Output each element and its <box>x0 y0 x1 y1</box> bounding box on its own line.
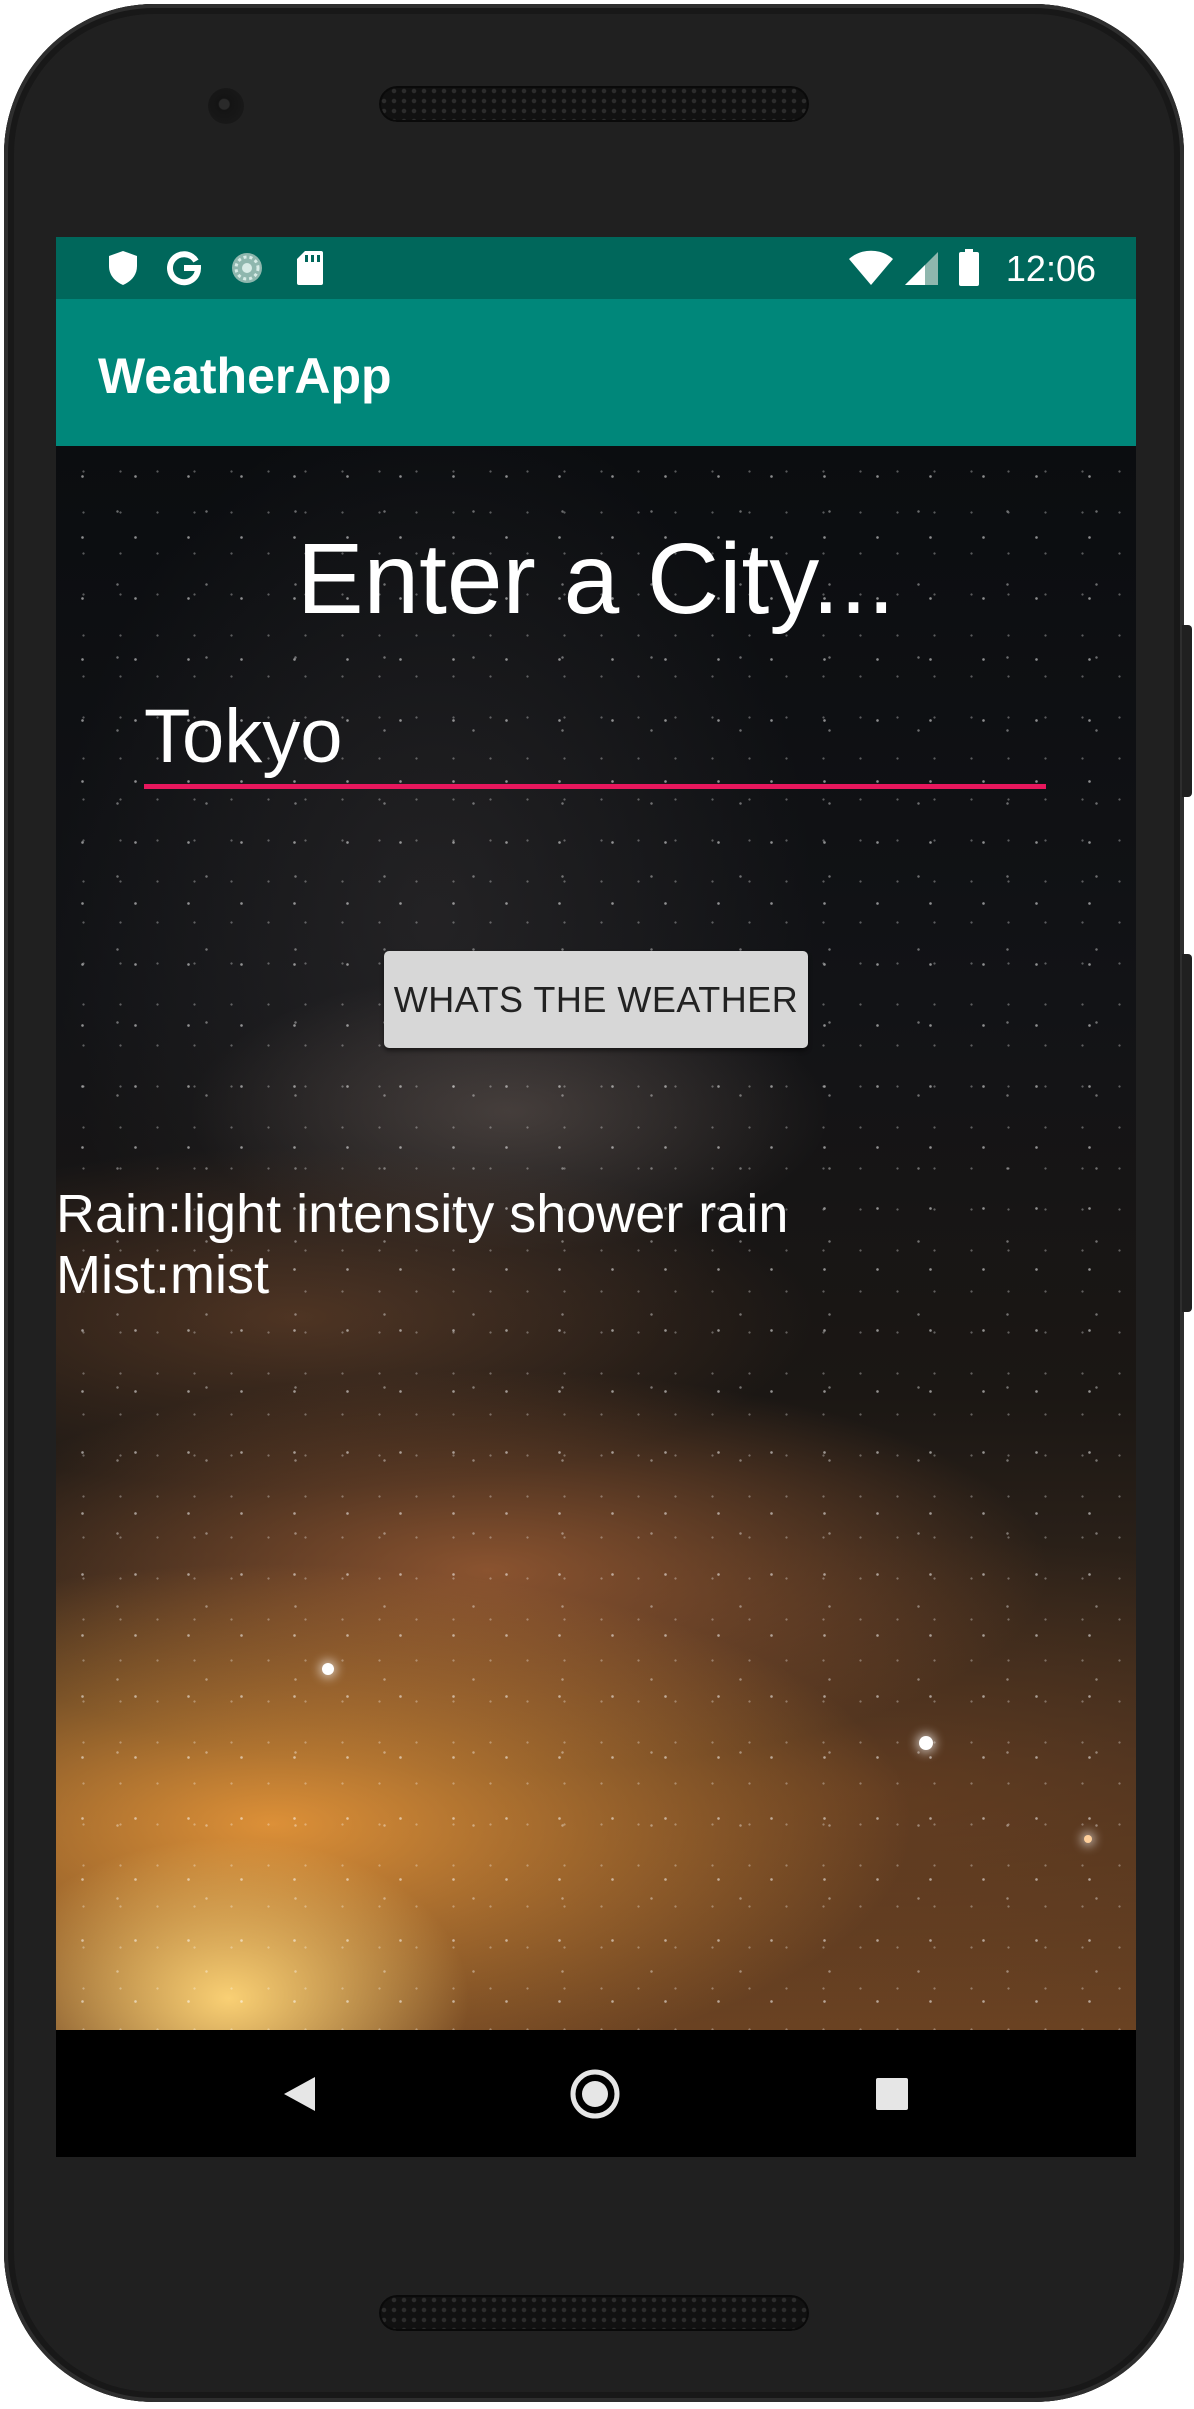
whats-the-weather-button[interactable]: WHATS THE WEATHER <box>384 951 808 1048</box>
power-button <box>1182 625 1192 797</box>
back-icon[interactable] <box>269 2064 329 2124</box>
city-input[interactable] <box>144 696 1046 789</box>
google-icon <box>164 249 204 287</box>
sd-card-icon <box>293 249 327 287</box>
sync-icon <box>228 249 266 287</box>
bottom-speaker <box>379 2295 809 2331</box>
home-icon[interactable] <box>565 2064 625 2124</box>
signal-icon <box>902 249 940 287</box>
app-bar: WeatherApp <box>56 299 1136 446</box>
weather-result: Rain:light intensity shower rain Mist:mi… <box>56 1184 1136 1306</box>
volume-button <box>1182 954 1192 1312</box>
status-bar: 12:06 <box>56 237 1136 299</box>
screen: 12:06 WeatherApp Enter a City... WHATS T… <box>56 237 1136 2157</box>
navigation-bar <box>56 2030 1136 2157</box>
status-time: 12:06 <box>1005 248 1096 289</box>
app-title: WeatherApp <box>98 348 392 404</box>
star <box>1084 1835 1092 1843</box>
star <box>322 1663 334 1675</box>
page-heading: Enter a City... <box>296 523 896 635</box>
weather-result-line: Rain:light intensity shower rain <box>56 1184 789 1244</box>
wifi-icon <box>846 249 896 287</box>
main-content: Enter a City... WHATS THE WEATHER Rain:l… <box>56 446 1136 2030</box>
front-camera <box>208 88 244 124</box>
shield-icon <box>104 249 142 287</box>
earpiece-speaker <box>379 86 809 122</box>
star <box>919 1736 933 1750</box>
weather-result-line: Mist:mist <box>56 1245 269 1305</box>
recents-icon[interactable] <box>862 2064 922 2124</box>
phone-frame: 12:06 WeatherApp Enter a City... WHATS T… <box>4 4 1184 2402</box>
battery-icon <box>954 249 984 287</box>
